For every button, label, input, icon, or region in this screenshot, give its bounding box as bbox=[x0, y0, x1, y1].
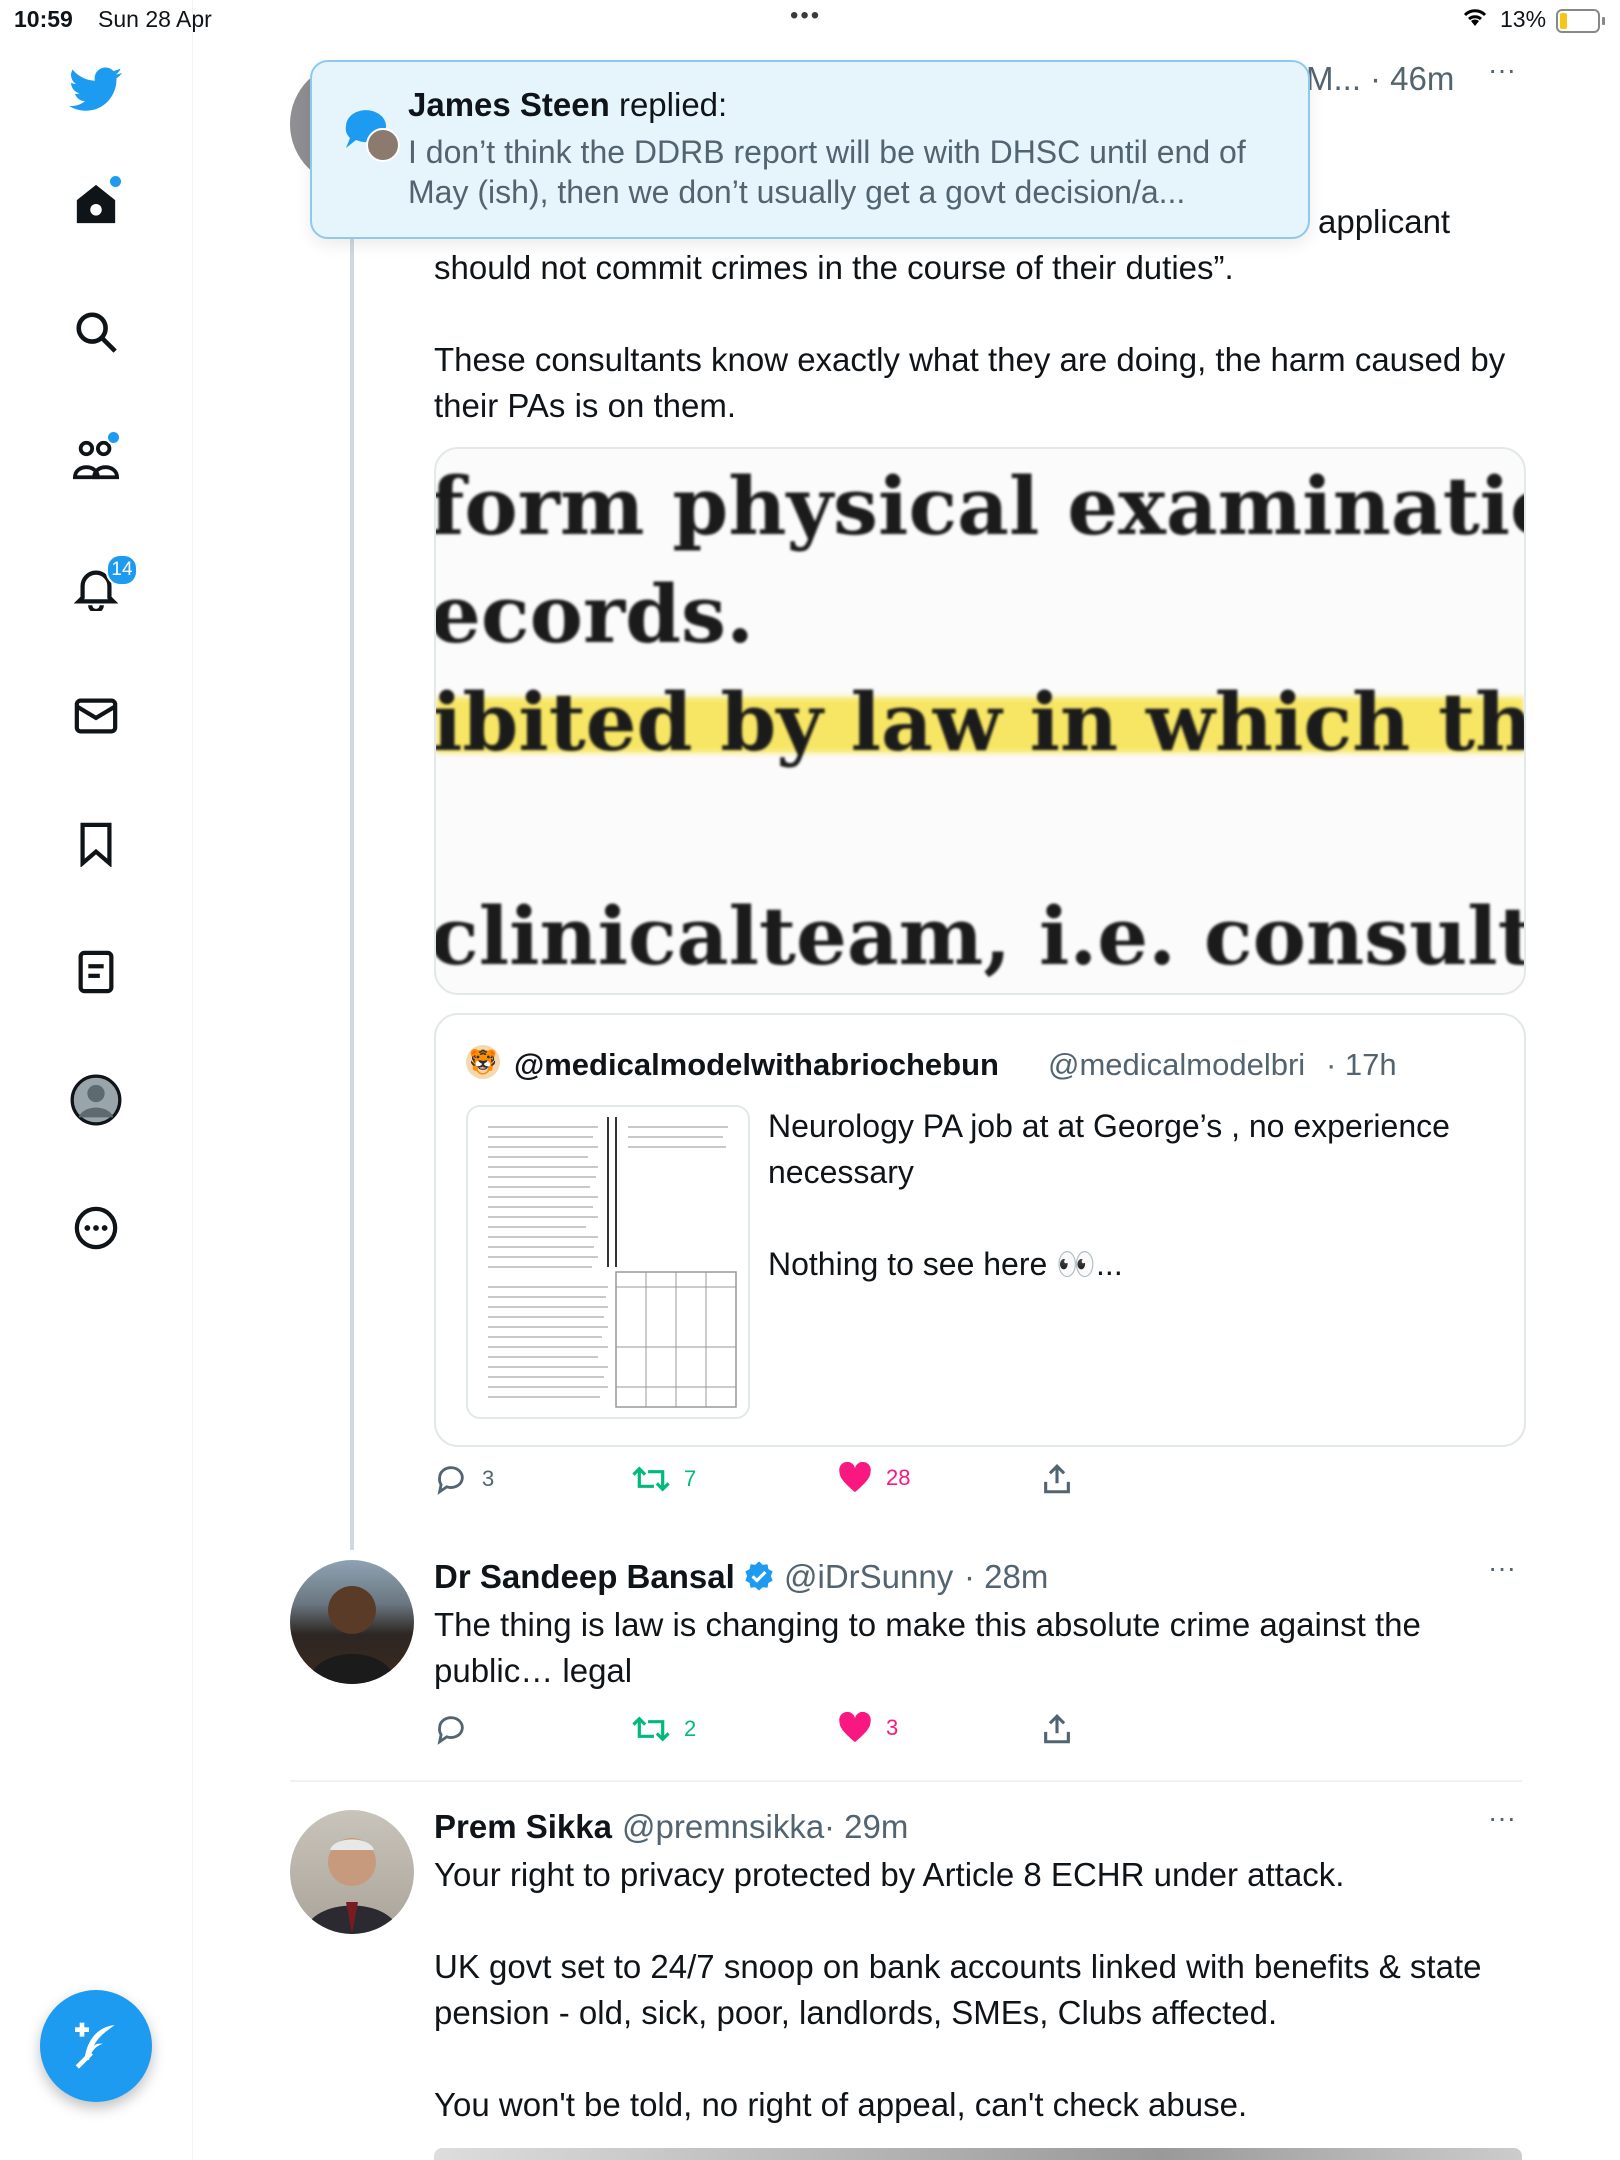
reply-notification-banner[interactable]: James Steen replied: I don’t think the D… bbox=[310, 60, 1310, 239]
top-tweet-text-fragment: applicant bbox=[1318, 203, 1451, 240]
notification-title: James Steen replied: bbox=[408, 86, 727, 124]
messages-envelope-icon[interactable] bbox=[66, 686, 126, 746]
heart-icon bbox=[839, 1712, 871, 1743]
home-new-dot bbox=[108, 174, 123, 189]
chat-bubble-icon bbox=[340, 102, 400, 163]
tweet-text: Your right to privacy protected by Artic… bbox=[434, 1856, 1482, 2123]
tweet-image[interactable]: form physical examinations of ecords. ib… bbox=[434, 447, 1526, 995]
quoted-text: Neurology PA job at at George’s , no exp… bbox=[768, 1108, 1450, 1282]
tweet-time: · 29m bbox=[824, 1808, 909, 1845]
retweet-icon bbox=[632, 1466, 670, 1492]
quoted-handle: @medicalmodelbri bbox=[1048, 1047, 1306, 1082]
notification-verb: replied: bbox=[618, 86, 728, 123]
tweet-time: · 28m bbox=[964, 1558, 1049, 1595]
twitter-logo-icon[interactable] bbox=[66, 60, 126, 120]
tweet-more-icon[interactable]: ··· bbox=[1488, 1802, 1516, 1834]
tweet-more-icon[interactable]: ··· bbox=[1488, 54, 1516, 86]
like-count: 28 bbox=[886, 1465, 911, 1490]
reply-button[interactable]: 3 bbox=[434, 1462, 494, 1496]
like-button[interactable]: 28 bbox=[838, 1462, 910, 1494]
tweet-author-handle: @premnsikka bbox=[622, 1808, 825, 1845]
top-tweet-time: · 46m bbox=[1370, 60, 1455, 97]
share-button[interactable] bbox=[1040, 1712, 1074, 1746]
notification-message: I don’t think the DDRB report will be wi… bbox=[408, 134, 1246, 210]
thread-connector-line bbox=[350, 160, 354, 1550]
retweet-button[interactable]: 2 bbox=[632, 1712, 696, 1746]
quoted-display-name: @medicalmodelwithabriochebun bbox=[514, 1047, 999, 1082]
image-text-line: ibited by law in which the physi bbox=[434, 675, 1524, 769]
top-tweet-text: should not commit crimes in the course o… bbox=[434, 249, 1506, 424]
like-count: 3 bbox=[886, 1715, 899, 1740]
tweet-author-name[interactable]: Dr Sandeep Bansal bbox=[434, 1558, 735, 1596]
lists-icon[interactable] bbox=[66, 942, 126, 1002]
image-text-line: ecords. bbox=[434, 567, 754, 661]
reply-icon bbox=[437, 1466, 464, 1495]
home-icon[interactable] bbox=[66, 174, 126, 234]
quoted-avatar-icon: 🐯 bbox=[466, 1045, 500, 1079]
retweet-button[interactable]: 7 bbox=[632, 1462, 696, 1496]
retweet-count: 7 bbox=[684, 1466, 697, 1491]
notification-author: James Steen bbox=[408, 86, 610, 123]
prem-avatar[interactable] bbox=[290, 1810, 414, 1934]
wifi-icon bbox=[1460, 6, 1490, 34]
battery-icon bbox=[1556, 9, 1605, 33]
status-bar: 10:59 Sun 28 Apr ••• 13% bbox=[0, 0, 1620, 40]
reply-count: 3 bbox=[482, 1466, 495, 1491]
tweet-author-name[interactable]: Prem Sikka bbox=[434, 1808, 612, 1846]
like-button[interactable]: 3 bbox=[838, 1712, 898, 1744]
notifier-avatar bbox=[366, 128, 400, 162]
tweet-more-icon[interactable]: ··· bbox=[1488, 1552, 1516, 1584]
quoted-document-thumbnail bbox=[466, 1105, 750, 1419]
quoted-tweet[interactable]: 🐯 @medicalmodelwithabriochebun @medicalm… bbox=[434, 1013, 1526, 1447]
retweet-icon bbox=[632, 1716, 670, 1742]
share-button[interactable] bbox=[1040, 1462, 1074, 1496]
bookmarks-icon[interactable] bbox=[66, 814, 126, 874]
retweet-count: 2 bbox=[684, 1716, 697, 1741]
quoted-time: · 17h bbox=[1326, 1047, 1397, 1082]
image-text-line: form physical examinations of bbox=[434, 459, 1524, 553]
tweet-divider bbox=[290, 1780, 1522, 1782]
heart-icon bbox=[839, 1462, 871, 1493]
profile-avatar-icon[interactable] bbox=[66, 1070, 126, 1130]
share-icon bbox=[1044, 1714, 1070, 1744]
top-tweet-name-fragment: M... bbox=[1306, 60, 1361, 97]
multitasking-dots-icon[interactable]: ••• bbox=[790, 2, 821, 30]
verified-badge-icon bbox=[742, 1560, 776, 1599]
battery-percent: 13% bbox=[1500, 6, 1547, 32]
reply-button[interactable] bbox=[434, 1712, 482, 1746]
more-options-icon[interactable] bbox=[66, 1198, 126, 1258]
sandeep-avatar[interactable] bbox=[290, 1560, 414, 1684]
tweet-author-handle: @iDrSunny bbox=[784, 1558, 954, 1595]
tweet-text: The thing is law is changing to make thi… bbox=[434, 1606, 1421, 1689]
communities-icon[interactable] bbox=[66, 430, 126, 490]
share-icon bbox=[1044, 1464, 1070, 1494]
reply-icon bbox=[437, 1716, 464, 1745]
image-text-line: clinicalteam, i.e. consultants, j bbox=[434, 889, 1524, 983]
notifications-badge: 14 bbox=[106, 554, 138, 586]
sidebar: 14 bbox=[0, 0, 193, 2160]
compose-tweet-button[interactable] bbox=[40, 1990, 152, 2102]
communities-new-dot bbox=[106, 430, 121, 445]
notifications-bell-icon[interactable]: 14 bbox=[66, 554, 138, 618]
tweet-image-peek[interactable] bbox=[434, 2148, 1522, 2160]
search-icon[interactable] bbox=[66, 302, 126, 362]
